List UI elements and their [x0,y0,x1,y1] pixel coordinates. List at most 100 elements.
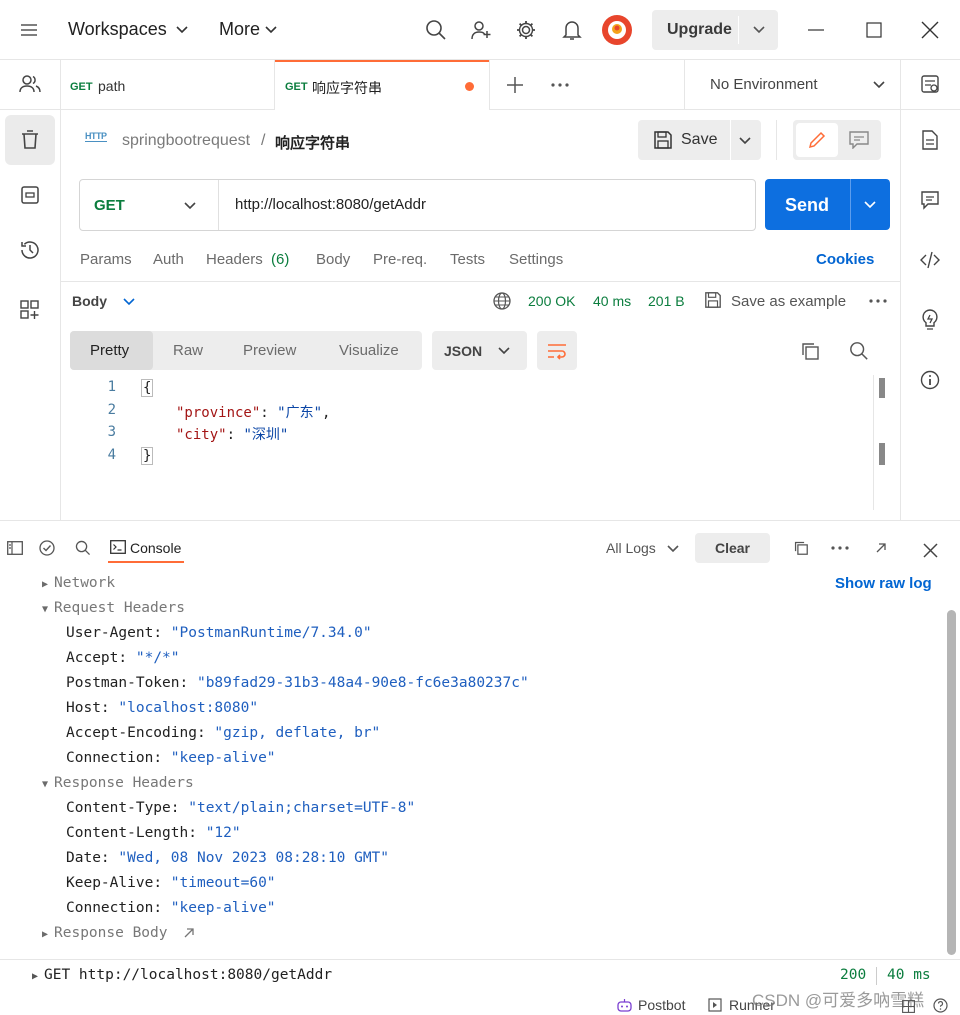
copy-icon[interactable] [799,340,821,362]
save-button[interactable]: Save [638,120,761,160]
header-row: Keep-Alive: "timeout=60" [66,875,276,891]
header-value: "text/plain;charset=UTF-8" [188,800,416,816]
tab-raw[interactable]: Raw [173,342,203,359]
sidebar-item-apps[interactable] [18,298,42,322]
scrollbar-thumb[interactable] [879,443,885,465]
invite-user-icon[interactable] [469,18,493,42]
toggle-sidebar-icon[interactable] [6,539,24,557]
sidebar-item-collections[interactable] [5,115,55,165]
header-key: Date [66,850,101,866]
cookies-link[interactable]: Cookies [816,251,874,268]
pop-out-icon[interactable] [872,539,890,557]
search-icon[interactable] [424,18,448,42]
tab-auth[interactable]: Auth [153,251,184,268]
format-select[interactable]: JSON [432,331,527,370]
help-icon[interactable] [932,997,949,1014]
network-section-toggle[interactable]: ▶ Network [42,575,115,591]
maximize-icon[interactable] [862,18,886,42]
response-time[interactable]: 40 ms [593,293,631,309]
console-scrollbar[interactable] [947,610,956,955]
sidebar-item-environments[interactable] [18,183,42,207]
lightbulb-icon[interactable] [918,308,942,332]
tab-tests[interactable]: Tests [450,251,485,268]
postman-app: Workspaces More Upgrade GET path GET 响应字… [0,0,960,1015]
entry-request-label: GET http://localhost:8080/getAddr [44,967,333,983]
more-icon[interactable] [830,539,850,557]
mode-toggle[interactable] [793,120,881,160]
url-input[interactable]: http://localhost:8080/getAddr [235,196,426,213]
comment-mode-button[interactable] [839,123,879,157]
gear-icon[interactable] [514,18,538,42]
more-tabs-icon[interactable] [548,73,572,97]
tab-path[interactable]: GET path [61,60,274,110]
chevron-down-icon [123,298,135,306]
response-size[interactable]: 201 B [648,293,685,309]
tab-response-string[interactable]: GET 响应字符串 [275,60,489,110]
header-value: "timeout=60" [170,875,276,891]
header-value: "Wed, 08 Nov 2023 08:28:10 GMT" [118,850,390,866]
copy-icon[interactable] [792,539,810,557]
avatar[interactable] [602,15,632,45]
workspaces-menu[interactable]: Workspaces [68,19,167,40]
code-icon[interactable] [918,248,942,272]
header-key: Content-Type [66,800,171,816]
response-code-view[interactable]: 1 2 3 4 { "province": "广东", "city": "深圳"… [61,375,900,520]
scrollbar[interactable] [879,378,885,398]
tab-preview[interactable]: Preview [243,342,296,359]
request-headers-toggle[interactable]: ▼ Request Headers [42,600,185,616]
header-row: Date: "Wed, 08 Nov 2023 08:28:10 GMT" [66,850,390,866]
header-value: "PostmanRuntime/7.34.0" [170,625,372,641]
close-icon[interactable] [918,18,942,42]
environment-selector[interactable]: No Environment [685,60,900,110]
response-body-selector[interactable]: Body [72,293,142,313]
save-icon [705,292,721,308]
close-console-icon[interactable] [920,540,940,560]
breadcrumb-request[interactable]: 响应字符串 [275,132,350,153]
search-icon[interactable] [848,340,870,362]
response-headers-toggle[interactable]: ▼ Response Headers [42,775,194,791]
tab-visualize[interactable]: Visualize [339,342,399,359]
info-icon[interactable] [918,368,942,392]
postbot-label: Postbot [638,997,686,1013]
check-circle-icon[interactable] [38,539,56,557]
tab-settings[interactable]: Settings [509,251,563,268]
body-label: Body [72,293,107,309]
open-external-icon[interactable] [183,927,195,939]
tab-console[interactable]: Console [108,535,184,563]
comments-icon[interactable] [918,188,942,212]
upgrade-button[interactable]: Upgrade [652,10,778,50]
tab-pretty[interactable]: Pretty [70,331,153,370]
more-icon[interactable] [868,292,888,310]
response-status[interactable]: 200 OK [528,293,575,309]
caret-right-icon: ▶ [42,929,49,940]
globe-icon[interactable] [492,291,512,311]
chevron-down-icon [265,24,277,36]
minimize-icon[interactable] [804,18,828,42]
edit-mode-button[interactable] [796,123,838,157]
more-menu[interactable]: More [219,19,260,40]
send-button[interactable]: Send [765,179,890,230]
show-raw-log-link[interactable]: Show raw log [835,575,932,592]
layout-icon[interactable] [900,998,916,1014]
wrap-icon [548,343,566,360]
save-as-example-button[interactable]: Save as example [704,290,854,312]
postbot-button[interactable]: Postbot [617,996,697,1015]
caret-right-icon: ▶ [42,579,49,590]
breadcrumb-collection[interactable]: springbootrequest [122,132,250,150]
tab-params[interactable]: Params [80,251,132,268]
clear-button[interactable]: Clear [695,533,770,563]
method-select[interactable]: GET [80,180,219,230]
documentation-icon[interactable] [918,128,942,152]
console-request-entry[interactable]: ▶ GET http://localhost:8080/getAddr [32,967,332,983]
tab-prereq[interactable]: Pre-req. [373,251,427,268]
bell-icon[interactable] [560,18,584,42]
response-body-toggle[interactable]: ▶ Response Body [42,925,168,941]
menu-icon[interactable] [18,20,40,40]
find-icon[interactable] [74,539,92,557]
wrap-lines-button[interactable] [537,331,577,370]
log-filter-select[interactable]: All Logs [606,539,682,559]
tab-headers[interactable]: Headers [206,251,263,268]
sidebar-item-history[interactable] [18,238,42,262]
new-tab-icon[interactable] [503,73,527,97]
tab-body[interactable]: Body [316,251,350,268]
